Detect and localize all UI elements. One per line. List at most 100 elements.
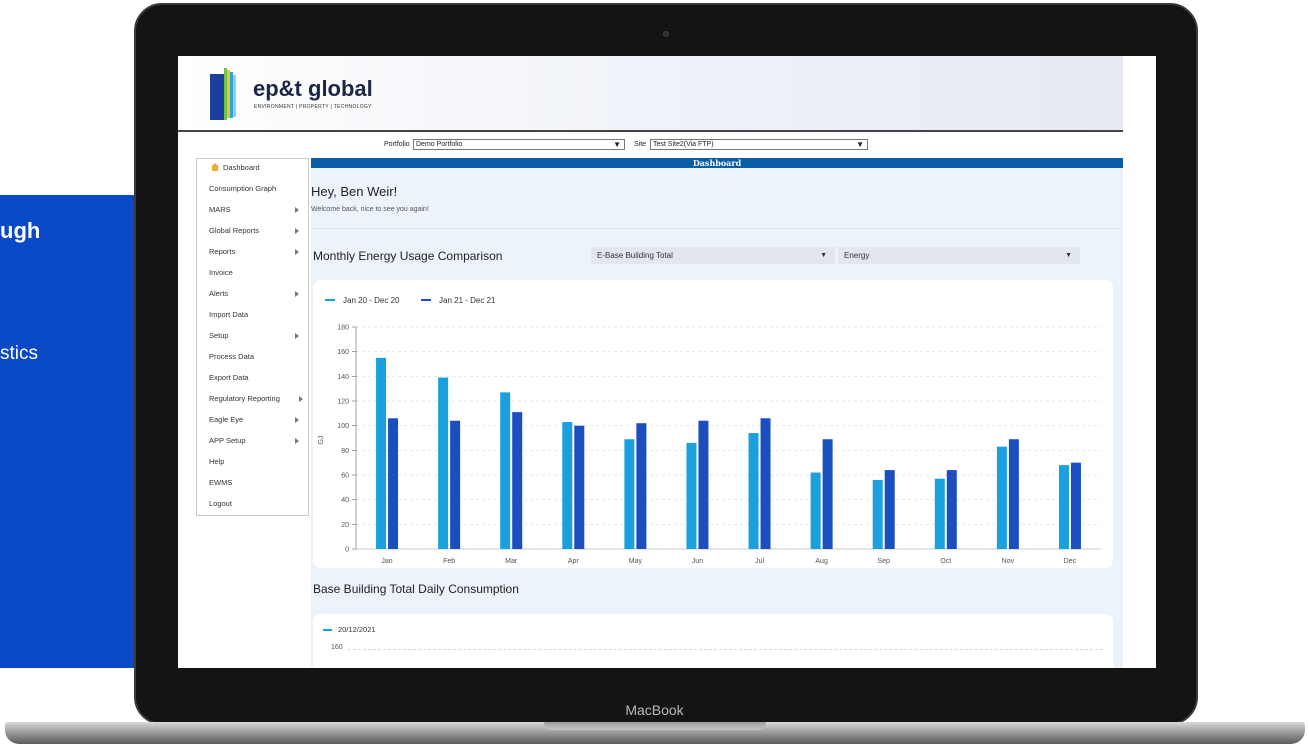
energy-type-value: Energy xyxy=(844,251,870,260)
device-brand-label: MacBook xyxy=(625,702,684,718)
daily-chart-title: Base Building Total Daily Consumption xyxy=(313,582,519,596)
x-tick-label: Mar xyxy=(505,558,518,565)
y-tick-label: 60 xyxy=(341,473,349,480)
y-tick-label: 100 xyxy=(337,423,349,430)
bar xyxy=(1070,462,1081,549)
chevron-right-icon xyxy=(295,291,299,297)
portfolio-select[interactable]: Demo Portfolio ▼ xyxy=(413,139,625,150)
sidebar-item-import-data[interactable]: Import Data xyxy=(209,310,248,319)
monthly-energy-chart: Jan 20 - Dec 20 Jan 21 - Dec 21 GJ 0 20 40 60 8… xyxy=(318,296,1101,565)
site-label: Site xyxy=(634,141,647,148)
welcome-text: Welcome back, nice to see you again! xyxy=(311,206,429,213)
sidebar-item-setup[interactable]: Setup xyxy=(209,331,229,340)
portfolio-value: Demo Portfolio xyxy=(416,141,463,148)
site-value: Test Site2(Via FTP) xyxy=(653,141,714,148)
bar xyxy=(574,425,585,549)
daily-y-tick: 160 xyxy=(331,644,343,651)
sidebar-item-help[interactable]: Help xyxy=(209,457,224,466)
caret-down-icon: ▼ xyxy=(820,252,827,259)
bar xyxy=(872,479,883,549)
bar xyxy=(946,470,957,549)
x-tick-label: Oct xyxy=(940,558,951,565)
logo-icon xyxy=(210,68,236,120)
bar xyxy=(562,421,573,549)
sidebar-item-alerts[interactable]: Alerts xyxy=(209,289,228,298)
sidebar-item-consumption-graph[interactable]: Consumption Graph xyxy=(209,184,276,193)
logo-tagline: ENVIRONMENT | PROPERTY | TECHNOLOGY xyxy=(254,104,372,110)
bar xyxy=(450,420,461,549)
sidebar-item-reports[interactable]: Reports xyxy=(209,247,235,256)
site-select[interactable]: Test Site2(Via FTP) ▼ xyxy=(650,139,868,150)
y-tick-label: 120 xyxy=(337,399,349,406)
sidebar-item-mars[interactable]: MARS xyxy=(209,205,231,214)
y-axis-label: GJ xyxy=(318,436,325,445)
promo-text: stics xyxy=(0,343,38,364)
x-tick-label: Sep xyxy=(877,558,890,565)
laptop-screen: ep&t global ENVIRONMENT | PROPERTY | TEC… xyxy=(178,56,1156,668)
promo-heading: ugh xyxy=(0,218,41,243)
x-tick-label: Apr xyxy=(568,558,580,565)
bar xyxy=(636,423,647,549)
page-title-bar: Dashboard xyxy=(311,158,1123,168)
sidebar-item-ewms[interactable]: EWMS xyxy=(209,478,232,487)
chevron-right-icon xyxy=(299,396,303,402)
x-tick-label: Jun xyxy=(692,558,703,565)
sidebar-item-process-data[interactable]: Process Data xyxy=(209,352,254,361)
sidebar-item-invoice[interactable]: Invoice xyxy=(209,268,233,277)
bar xyxy=(760,418,771,549)
chevron-right-icon xyxy=(295,438,299,444)
legend-swatch xyxy=(325,299,335,301)
portfolio-label: Portfolio xyxy=(384,141,410,148)
bar xyxy=(376,357,387,549)
greeting-heading: Hey, Ben Weir! xyxy=(311,184,398,199)
sidebar-item-logout[interactable]: Logout xyxy=(209,499,232,508)
y-tick-label: 160 xyxy=(337,349,349,356)
x-tick-label: Feb xyxy=(443,558,455,565)
x-tick-label: Aug xyxy=(815,558,828,565)
selector-row: Portfolio Demo Portfolio ▼ Site Test Sit… xyxy=(178,139,1123,153)
bar xyxy=(1008,439,1019,549)
bar xyxy=(686,442,697,549)
bar xyxy=(996,446,1007,549)
bar xyxy=(810,472,821,549)
legend-swatch xyxy=(323,629,332,632)
laptop-notch xyxy=(544,722,766,730)
sidebar-item-export-data[interactable]: Export Data xyxy=(209,373,249,382)
energy-type-select[interactable]: Energy ▼ xyxy=(838,247,1080,264)
meter-select-value: E-Base Building Total xyxy=(597,251,673,260)
main-content: Dashboard Hey, Ben Weir! Welcome back, n… xyxy=(311,158,1123,668)
sidebar-item-global-reports[interactable]: Global Reports xyxy=(209,226,259,235)
gridline xyxy=(348,649,1103,650)
bar xyxy=(624,439,635,549)
bar xyxy=(698,420,709,549)
chevron-right-icon xyxy=(295,417,299,423)
legend-label: Jan 20 - Dec 20 xyxy=(343,296,400,305)
daily-legend-item[interactable]: 20/12/2021 xyxy=(323,625,376,634)
sidebar-menu: Dashboard Consumption Graph MARS Global … xyxy=(196,158,309,516)
y-tick-label: 140 xyxy=(337,374,349,381)
meter-select[interactable]: E-Base Building Total ▼ xyxy=(591,247,835,264)
x-tick-label: Jul xyxy=(755,558,764,565)
x-tick-label: Jan xyxy=(381,558,392,565)
caret-down-icon: ▼ xyxy=(1065,252,1072,259)
legend-label: Jan 21 - Dec 21 xyxy=(439,296,496,305)
y-tick-label: 40 xyxy=(341,497,349,504)
home-icon xyxy=(211,163,219,171)
bar xyxy=(884,470,895,549)
chevron-right-icon xyxy=(295,333,299,339)
bar xyxy=(822,439,833,549)
sidebar-item-regulatory-reporting[interactable]: Regulatory Reporting xyxy=(209,394,280,403)
app-header: ep&t global ENVIRONMENT | PROPERTY | TEC… xyxy=(178,56,1123,132)
y-tick-label: 180 xyxy=(337,325,349,332)
daily-legend-label: 20/12/2021 xyxy=(338,625,376,634)
bar xyxy=(1058,465,1069,549)
monthly-chart-title: Monthly Energy Usage Comparison xyxy=(313,249,503,263)
sidebar-item-dashboard[interactable]: Dashboard xyxy=(223,163,260,172)
x-tick-label: Nov xyxy=(1002,558,1015,565)
legend-swatch xyxy=(421,299,431,301)
bar xyxy=(748,433,759,549)
chevron-down-icon: ▼ xyxy=(856,140,864,149)
sidebar-item-eagle-eye[interactable]: Eagle Eye xyxy=(209,415,243,424)
divider xyxy=(311,228,1123,229)
sidebar-item-app-setup[interactable]: APP Setup xyxy=(209,436,246,445)
